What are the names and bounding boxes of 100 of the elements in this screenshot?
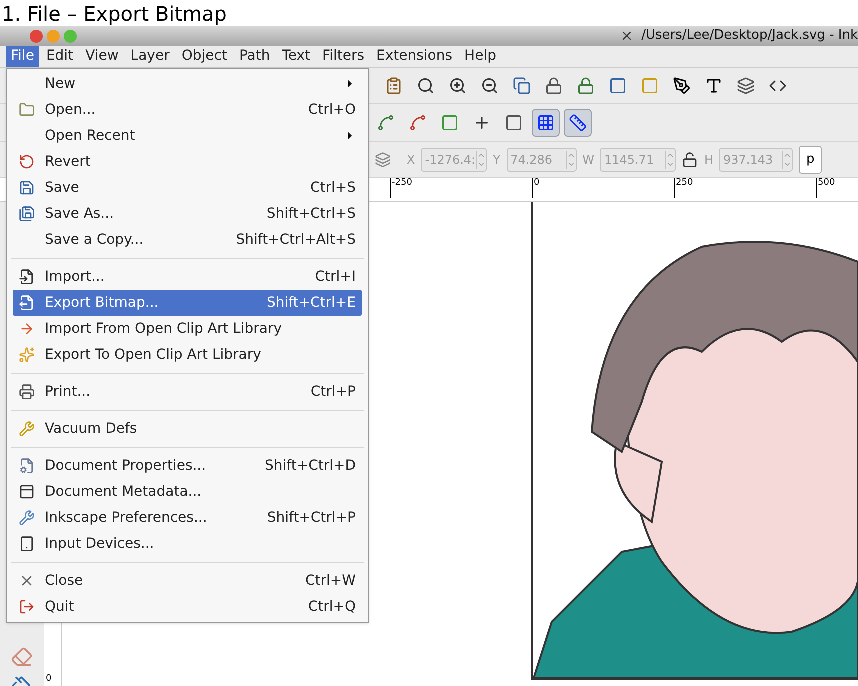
ruler-label: 250	[674, 178, 694, 198]
menu-item-icon	[19, 347, 35, 363]
field-label: X	[407, 152, 416, 168]
menu-item[interactable]: Close Ctrl+W	[13, 568, 362, 594]
toolbar-icon	[417, 76, 435, 94]
menu-item[interactable]: Open... Ctrl+O	[13, 97, 362, 123]
menu-bar-item[interactable]: Layer	[126, 46, 175, 67]
menu-item-label: Close	[45, 572, 84, 590]
menu-item-icon	[19, 484, 35, 500]
toolbar-icon	[537, 114, 555, 132]
shortcut-label: Shift+Ctrl+P	[267, 508, 356, 528]
menu-item-icon	[19, 295, 35, 311]
toolbar-icon	[377, 114, 395, 132]
toolbar-icon	[609, 76, 627, 94]
align-icon	[375, 152, 391, 168]
menu-bar-item[interactable]: Path	[234, 46, 276, 67]
menu-bar-item[interactable]: Extensions	[372, 46, 458, 67]
menu-item[interactable]: Input Devices...	[13, 531, 362, 557]
lock-icon[interactable]	[682, 152, 698, 168]
menu-bar-item[interactable]: View	[80, 46, 124, 67]
menu-item-icon	[19, 321, 35, 337]
menu-item-label: Print...	[45, 382, 91, 402]
toolbar-icon	[545, 76, 563, 94]
toolbar-icon	[513, 76, 531, 94]
menu-item-icon	[19, 180, 35, 196]
toolbar-icon	[577, 76, 595, 94]
shortcut-label: Ctrl+Q	[308, 598, 356, 616]
field-label: Y	[493, 152, 501, 168]
menu-bar-item[interactable]: File	[6, 46, 40, 67]
toolbar-icon	[737, 76, 755, 94]
shortcut-label: Ctrl+W	[306, 572, 356, 590]
unit-button[interactable]: p	[799, 146, 822, 174]
menu-item[interactable]: Import From Open Clip Art Library	[13, 316, 362, 342]
menu-item-icon	[19, 269, 35, 285]
menu-item[interactable]: Open Recent	[13, 123, 362, 149]
toolbar-icon	[385, 76, 403, 94]
menu-item[interactable]: Document Metadata...	[13, 479, 362, 505]
menu-item-label: Document Properties...	[45, 456, 206, 476]
menu-item-icon	[19, 510, 35, 526]
field-label: H	[704, 152, 714, 168]
menu-bar-item[interactable]: Text	[277, 46, 316, 67]
window-title: /Users/Lee/Desktop/Jack.svg - Ink	[642, 27, 858, 46]
toolbar-button[interactable]	[564, 108, 592, 136]
menu-bar-item[interactable]: Object	[176, 46, 232, 67]
toolbar-icon	[705, 76, 723, 94]
menu-item-label: Open Recent	[45, 126, 136, 146]
toolbar-icon	[569, 114, 587, 132]
menu-item-label: Export To Open Clip Art Library	[45, 346, 262, 364]
menu-item[interactable]: Quit Ctrl+Q	[13, 594, 362, 620]
menu-item-icon	[19, 102, 35, 118]
menu-bar-item[interactable]: Help	[460, 46, 502, 67]
toolbar-icon	[505, 114, 523, 132]
toolbar-icon	[409, 114, 427, 132]
close-window-button[interactable]	[30, 30, 43, 42]
field-label: W	[582, 152, 594, 168]
shortcut-label: Shift+Ctrl+S	[266, 204, 356, 224]
menu-bar-item[interactable]: Filters	[318, 46, 370, 67]
ruler-label: 500	[816, 178, 836, 198]
toolbar-button[interactable]	[532, 108, 560, 136]
menu-item-label: Revert	[45, 152, 91, 172]
menu-item-label: Save a Copy...	[45, 230, 144, 250]
menu-item[interactable]: Print... Ctrl+P	[13, 379, 362, 405]
menu-item[interactable]: Export Bitmap... Shift+Ctrl+E	[13, 290, 362, 316]
menu-item-label: Import...	[45, 268, 105, 286]
shortcut-label: Ctrl+I	[315, 268, 356, 286]
ruler-label: -250	[390, 178, 412, 198]
menu-item-label: Inkscape Preferences...	[45, 508, 208, 528]
menu-bar-item[interactable]: Edit	[41, 46, 79, 67]
shortcut-label: Ctrl+P	[310, 382, 356, 402]
menu-item-label: Document Metadata...	[45, 482, 202, 502]
menu-item-label: Save	[45, 178, 80, 198]
heading: 1. File – Export Bitmap	[2, 2, 227, 26]
menu-item[interactable]: Vacuum Defs	[13, 416, 362, 442]
menu-item[interactable]: Inkscape Preferences... Shift+Ctrl+P	[13, 505, 362, 531]
shortcut-label: Shift+Ctrl+E	[266, 294, 356, 312]
toolbar-icon	[673, 76, 691, 94]
menu-item[interactable]: Save Ctrl+S	[13, 175, 362, 201]
menu-item-icon	[19, 536, 35, 552]
menu-item-icon	[19, 458, 35, 474]
menu-item[interactable]: Revert	[13, 149, 362, 175]
menu-item-icon	[19, 384, 35, 400]
menu-item-icon	[19, 154, 35, 170]
menu-item[interactable]: Save a Copy... Shift+Ctrl+Alt+S	[13, 227, 362, 253]
menu-item-label: New	[45, 74, 76, 94]
menu-item-icon	[19, 206, 35, 222]
toolbar-icon	[641, 76, 659, 94]
menu-item-label: Open...	[45, 100, 96, 120]
menu-item[interactable]: Export To Open Clip Art Library	[13, 342, 362, 368]
menu-item[interactable]: Save As... Shift+Ctrl+S	[13, 201, 362, 227]
menu-item-label: Export Bitmap...	[45, 294, 159, 312]
shortcut-label: Ctrl+S	[310, 178, 356, 198]
toolbar-icon	[441, 114, 459, 132]
toolbar-icon	[481, 76, 499, 94]
menu-item-icon	[19, 599, 35, 615]
menu-item-label: Quit	[45, 598, 74, 616]
menu-item-label: Vacuum Defs	[45, 420, 138, 438]
menu-item[interactable]: Document Properties... Shift+Ctrl+D	[13, 453, 362, 479]
toolbar-icon	[449, 76, 467, 94]
menu-item[interactable]: Import... Ctrl+I	[13, 264, 362, 290]
menu-item-label: Import From Open Clip Art Library	[45, 320, 282, 338]
